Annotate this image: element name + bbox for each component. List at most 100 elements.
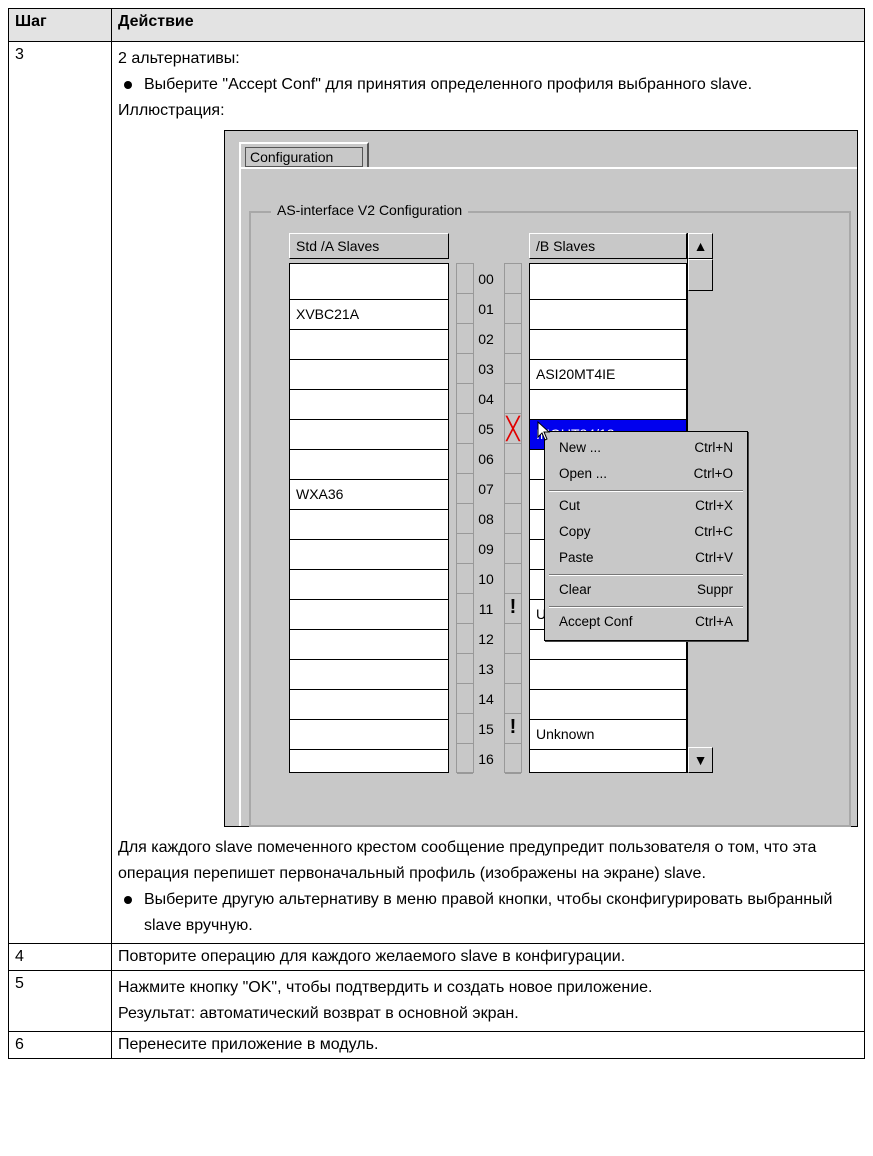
right-slave-cell[interactable]: ASI20MT4IE	[530, 360, 686, 390]
bullet-icon	[124, 896, 132, 904]
left-slave-cell[interactable]	[290, 570, 448, 600]
warning-exclamation-icon: !	[509, 596, 517, 618]
slave-address: 12	[478, 631, 494, 647]
slave-address: 13	[478, 661, 494, 677]
menu-item-copy[interactable]: Copy Ctrl+C	[545, 520, 747, 546]
menu-item-label: Cut	[559, 498, 581, 513]
tab-configuration[interactable]: Configuration	[239, 142, 369, 168]
left-slave-cell[interactable]	[290, 660, 448, 690]
step-action: Перенесите приложение в модуль.	[111, 1031, 865, 1059]
left-slave-cell[interactable]	[290, 630, 448, 660]
slave-address: 00	[478, 271, 494, 287]
menu-item-cut[interactable]: Cut Ctrl+X	[545, 494, 747, 520]
strip-cell	[505, 474, 521, 504]
right-slave-cell[interactable]	[530, 300, 686, 330]
strip-cell	[505, 504, 521, 534]
right-slave-cell[interactable]	[530, 750, 686, 780]
strip-cell	[505, 624, 521, 654]
slave-address: 14	[478, 691, 494, 707]
menu-item-paste[interactable]: Paste Ctrl+V	[545, 546, 747, 572]
menu-item-label: Accept Conf	[559, 614, 633, 629]
menu-separator	[549, 490, 743, 492]
mouse-pointer-icon	[537, 421, 551, 441]
menu-item-clear[interactable]: Clear Suppr	[545, 578, 747, 604]
conflict-cross-icon: ╳	[506, 416, 520, 441]
table-row: 6 Перенесите приложение в модуль.	[8, 1031, 865, 1059]
menu-separator	[549, 574, 743, 576]
left-slave-cell[interactable]	[290, 360, 448, 390]
right-slave-cell[interactable]	[530, 690, 686, 720]
header-action: Действие	[111, 8, 865, 42]
left-slave-cell[interactable]: WXA36	[290, 480, 448, 510]
strip-cell	[505, 384, 521, 414]
slave-address: 01	[478, 301, 494, 317]
strip-cell	[505, 564, 521, 594]
menu-item-open[interactable]: Open ... Ctrl+O	[545, 462, 747, 488]
right-slave-cell[interactable]	[530, 390, 686, 420]
right-slave-cell[interactable]	[530, 330, 686, 360]
menu-item-label: Open ...	[559, 466, 608, 481]
left-slave-cell[interactable]	[290, 750, 448, 780]
slave-address: 02	[478, 331, 494, 347]
strip-cell	[505, 264, 521, 294]
slave-address: 11	[478, 601, 494, 617]
left-column-header: Std /A Slaves	[289, 233, 449, 259]
scroll-up-button[interactable]: ▲	[688, 233, 713, 259]
configuration-screenshot: Configuration AS-interface V2 Configurat…	[224, 130, 858, 827]
left-slave-cell[interactable]	[290, 510, 448, 540]
menu-item-new[interactable]: New ... Ctrl+N	[545, 436, 747, 462]
menu-item-shortcut: Ctrl+N	[694, 440, 733, 455]
step-result: Результат: автоматический возврат в осно…	[118, 1005, 519, 1022]
scroll-down-button[interactable]: ▼	[688, 747, 713, 773]
bullet-text: Выберите другую альтернативу в меню прав…	[144, 891, 833, 934]
left-slave-cell[interactable]	[290, 450, 448, 480]
slave-address: 16	[478, 751, 494, 767]
step-action-cell: 2 альтернативы: Выберите "Accept Conf" д…	[111, 41, 865, 944]
right-slave-cell[interactable]	[530, 660, 686, 690]
step-action-cell: Нажмите кнопку "OK", чтобы подтвердить и…	[111, 970, 865, 1032]
menu-item-label: Copy	[559, 524, 591, 539]
left-slave-cell[interactable]	[290, 420, 448, 450]
table-row: 5 Нажмите кнопку "OK", чтобы подтвердить…	[8, 970, 865, 1032]
left-slave-cell[interactable]: XVBC21A	[290, 300, 448, 330]
right-slave-cell[interactable]	[530, 270, 686, 300]
menu-item-shortcut: Ctrl+X	[695, 498, 733, 513]
left-slave-cell[interactable]	[290, 270, 448, 300]
illustration-label: Иллюстрация:	[118, 102, 225, 119]
left-slave-cell[interactable]	[290, 540, 448, 570]
left-header-label: Std /A Slaves	[296, 238, 380, 254]
right-status-strip	[504, 263, 522, 774]
strip-cell	[505, 744, 521, 774]
strip-cell	[505, 654, 521, 684]
slave-address: 03	[478, 361, 494, 377]
scroll-thumb[interactable]	[688, 259, 713, 291]
left-slave-cell[interactable]	[290, 690, 448, 720]
menu-item-accept-conf[interactable]: Accept Conf Ctrl+A	[545, 610, 747, 636]
menu-item-shortcut: Ctrl+V	[695, 550, 733, 565]
menu-item-label: New ...	[559, 440, 602, 455]
left-slave-cell[interactable]	[290, 330, 448, 360]
step-number: 6	[8, 1031, 112, 1059]
slave-address: 10	[478, 571, 494, 587]
menu-item-shortcut: Suppr	[696, 582, 733, 597]
cross-warning-text: Для каждого slave помеченного крестом со…	[118, 839, 817, 882]
right-header-label: /B Slaves	[536, 238, 596, 254]
tab-label: Configuration	[245, 147, 363, 167]
group-title: AS-interface V2 Configuration	[271, 202, 469, 218]
left-slave-cell[interactable]	[290, 390, 448, 420]
left-slave-cell[interactable]	[290, 720, 448, 750]
strip-cell	[505, 534, 521, 564]
step-number: 5	[8, 970, 112, 1032]
slave-address: 09	[478, 541, 494, 557]
context-menu: New ... Ctrl+N Open ... Ctrl+O Cut Ctrl+X Copy…	[544, 431, 748, 641]
left-slave-cell[interactable]	[290, 600, 448, 630]
menu-item-label: Paste	[559, 550, 594, 565]
slave-address: 07	[478, 481, 494, 497]
slave-address: 04	[478, 391, 494, 407]
menu-item-label: Clear	[559, 582, 592, 597]
table-row: 3 2 альтернативы: Выберите "Accept Conf"…	[8, 41, 865, 944]
right-slave-cell[interactable]: Unknown	[530, 720, 686, 750]
right-column-header: /B Slaves	[529, 233, 687, 259]
bullet-item: Выберите другую альтернативу в меню прав…	[118, 887, 858, 939]
step-action: Нажмите кнопку "OK", чтобы подтвердить и…	[118, 979, 653, 996]
